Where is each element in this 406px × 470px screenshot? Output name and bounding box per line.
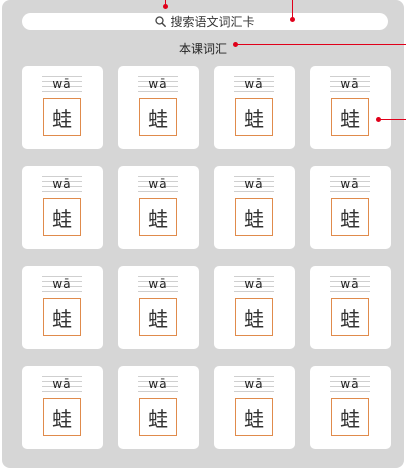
character-box: 蛙 bbox=[235, 398, 273, 436]
pinyin-text: wā bbox=[52, 377, 72, 391]
pinyin-text: wā bbox=[52, 177, 72, 191]
character-text: 蛙 bbox=[148, 106, 168, 131]
pinyin-lines: wā bbox=[42, 274, 82, 294]
pinyin-text: wā bbox=[148, 77, 168, 91]
pinyin-lines: wā bbox=[234, 274, 274, 294]
pinyin-lines: wā bbox=[138, 274, 178, 294]
pinyin-lines: wā bbox=[330, 374, 370, 394]
character-box: 蛙 bbox=[235, 298, 273, 336]
pinyin-lines: wā bbox=[42, 174, 82, 194]
character-box: 蛙 bbox=[139, 298, 177, 336]
annotation-dot bbox=[290, 17, 295, 22]
character-text: 蛙 bbox=[340, 306, 360, 331]
vocab-card[interactable]: wā 蛙 bbox=[214, 366, 295, 449]
pinyin-text: wā bbox=[244, 177, 264, 191]
character-text: 蛙 bbox=[244, 406, 264, 431]
vocab-card[interactable]: wā 蛙 bbox=[22, 366, 103, 449]
pinyin-text: wā bbox=[244, 377, 264, 391]
pinyin-lines: wā bbox=[330, 174, 370, 194]
character-box: 蛙 bbox=[139, 98, 177, 136]
character-box: 蛙 bbox=[331, 198, 369, 236]
character-text: 蛙 bbox=[244, 106, 264, 131]
vocab-card[interactable]: wā 蛙 bbox=[310, 166, 391, 249]
pinyin-lines: wā bbox=[138, 174, 178, 194]
pinyin-lines: wā bbox=[138, 74, 178, 94]
vocab-card[interactable]: wā 蛙 bbox=[118, 166, 199, 249]
vocab-card[interactable]: wā 蛙 bbox=[118, 366, 199, 449]
pinyin-lines: wā bbox=[234, 174, 274, 194]
character-box: 蛙 bbox=[331, 98, 369, 136]
character-text: 蛙 bbox=[148, 406, 168, 431]
pinyin-lines: wā bbox=[42, 74, 82, 94]
annotation-dot bbox=[233, 42, 238, 47]
character-box: 蛙 bbox=[331, 398, 369, 436]
character-text: 蛙 bbox=[52, 106, 72, 131]
vocab-card[interactable]: wā 蛙 bbox=[118, 266, 199, 349]
section-title: 本课词汇 bbox=[178, 42, 227, 56]
character-text: 蛙 bbox=[52, 406, 72, 431]
pinyin-text: wā bbox=[52, 77, 72, 91]
character-box: 蛙 bbox=[139, 398, 177, 436]
vocab-card[interactable]: wā 蛙 bbox=[310, 66, 391, 149]
vocab-card[interactable]: wā 蛙 bbox=[22, 166, 103, 249]
character-box: 蛙 bbox=[43, 398, 81, 436]
pinyin-text: wā bbox=[340, 77, 360, 91]
vocab-card[interactable]: wā 蛙 bbox=[214, 66, 295, 149]
pinyin-lines: wā bbox=[234, 374, 274, 394]
character-box: 蛙 bbox=[139, 198, 177, 236]
vocabulary-card-grid: wā 蛙 wā 蛙 wā 蛙 wā 蛙 wā 蛙 wā 蛙 wā 蛙 wā 蛙 wā 蛙 wā 蛙 wā 蛙 wā 蛙 wā 蛙 w… bbox=[22, 66, 391, 449]
character-text: 蛙 bbox=[340, 206, 360, 231]
pinyin-text: wā bbox=[148, 377, 168, 391]
pinyin-text: wā bbox=[52, 277, 72, 291]
pinyin-text: wā bbox=[244, 77, 264, 91]
annotation-line bbox=[236, 44, 406, 45]
character-text: 蛙 bbox=[340, 106, 360, 131]
vocab-card[interactable]: wā 蛙 bbox=[22, 66, 103, 149]
character-text: 蛙 bbox=[244, 306, 264, 331]
pinyin-lines: wā bbox=[234, 74, 274, 94]
character-text: 蛙 bbox=[148, 206, 168, 231]
character-box: 蛙 bbox=[43, 198, 81, 236]
pinyin-text: wā bbox=[340, 377, 360, 391]
character-text: 蛙 bbox=[148, 306, 168, 331]
annotation-dot bbox=[163, 4, 168, 9]
pinyin-text: wā bbox=[148, 177, 168, 191]
vocab-card[interactable]: wā 蛙 bbox=[214, 166, 295, 249]
character-text: 蛙 bbox=[340, 406, 360, 431]
character-box: 蛙 bbox=[43, 298, 81, 336]
character-box: 蛙 bbox=[43, 98, 81, 136]
pinyin-text: wā bbox=[340, 277, 360, 291]
pinyin-lines: wā bbox=[42, 374, 82, 394]
pinyin-text: wā bbox=[340, 177, 360, 191]
vocab-card[interactable]: wā 蛙 bbox=[310, 366, 391, 449]
annotation-line bbox=[379, 119, 406, 120]
annotation-dot bbox=[376, 117, 381, 122]
character-text: 蛙 bbox=[244, 206, 264, 231]
pinyin-lines: wā bbox=[330, 274, 370, 294]
pinyin-text: wā bbox=[148, 277, 168, 291]
vocabulary-panel: 搜索语文词汇卡 本课词汇 wā 蛙 wā 蛙 wā 蛙 wā 蛙 wā 蛙 wā 蛙 wā 蛙 wā 蛙 wā 蛙… bbox=[2, 0, 404, 468]
character-text: 蛙 bbox=[52, 306, 72, 331]
character-box: 蛙 bbox=[235, 198, 273, 236]
vocab-card[interactable]: wā 蛙 bbox=[214, 266, 295, 349]
vocab-card[interactable]: wā 蛙 bbox=[310, 266, 391, 349]
character-box: 蛙 bbox=[235, 98, 273, 136]
search-icon bbox=[155, 16, 167, 27]
vocab-card[interactable]: wā 蛙 bbox=[118, 66, 199, 149]
character-text: 蛙 bbox=[52, 206, 72, 231]
pinyin-text: wā bbox=[244, 277, 264, 291]
pinyin-lines: wā bbox=[330, 74, 370, 94]
search-bar[interactable]: 搜索语文词汇卡 bbox=[22, 13, 388, 30]
vocab-card[interactable]: wā 蛙 bbox=[22, 266, 103, 349]
character-box: 蛙 bbox=[331, 298, 369, 336]
pinyin-lines: wā bbox=[138, 374, 178, 394]
search-label: 搜索语文词汇卡 bbox=[170, 15, 255, 29]
